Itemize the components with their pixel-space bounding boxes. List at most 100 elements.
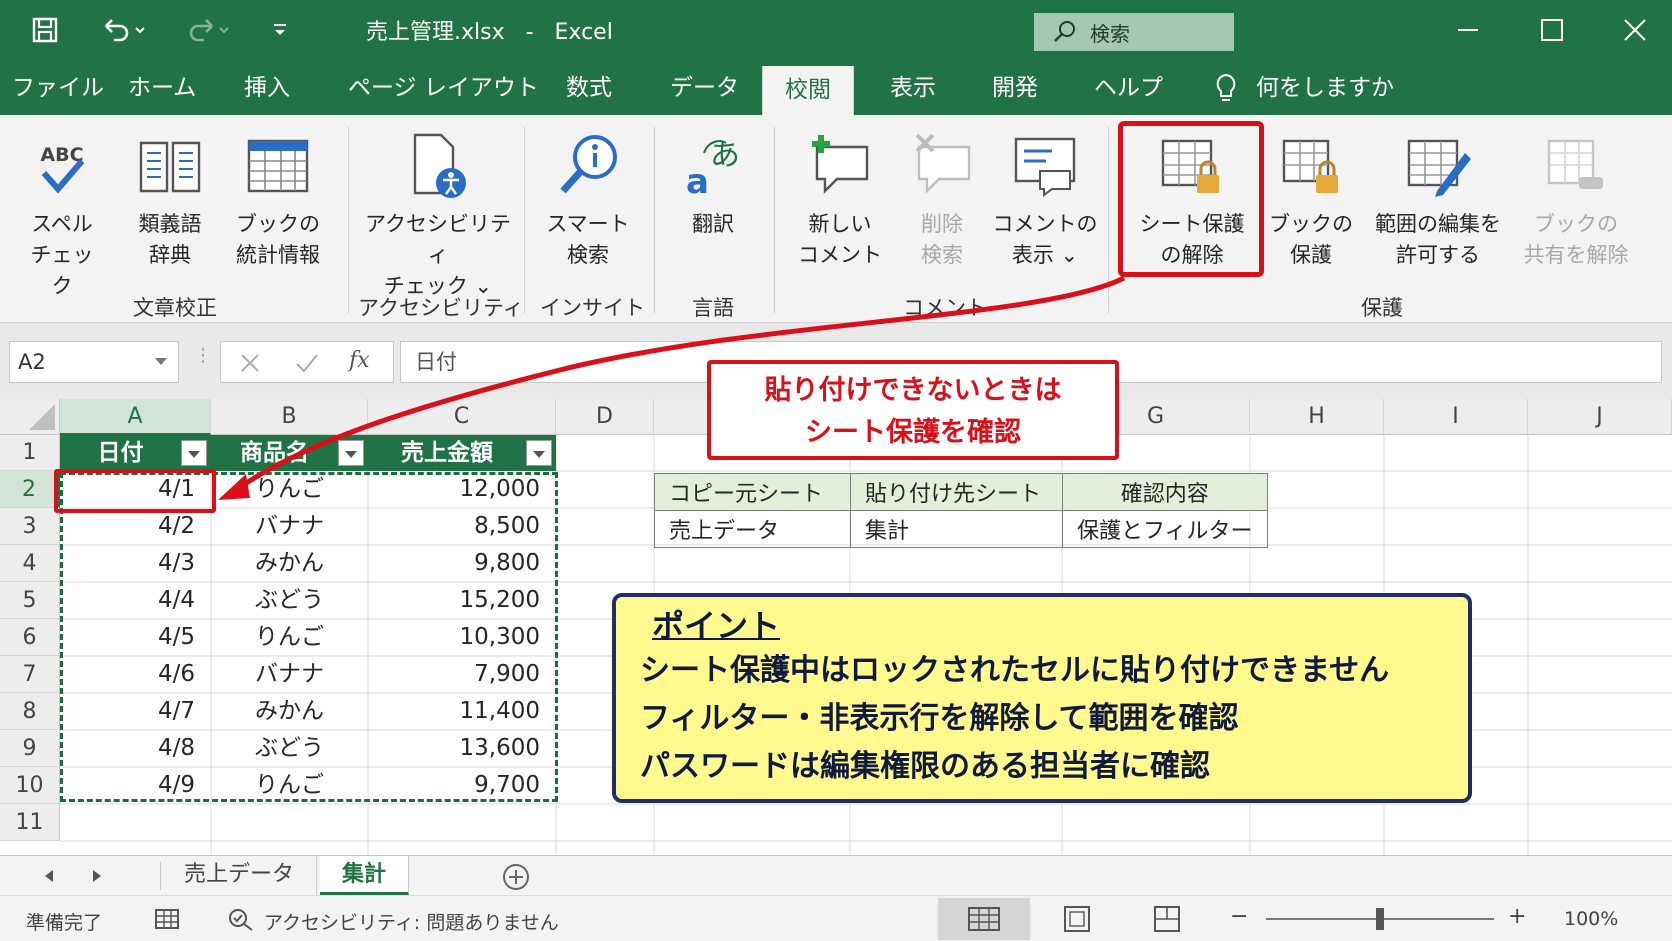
zoom-level[interactable]: 100% bbox=[1564, 908, 1618, 930]
thesaurus-button[interactable]: 類義語 辞典 bbox=[122, 123, 218, 271]
cell-sales[interactable]: 7,900 bbox=[368, 656, 556, 693]
macro-record-icon[interactable] bbox=[154, 906, 184, 932]
column-header[interactable]: J bbox=[1528, 399, 1672, 435]
tab-formulas[interactable]: 数式 bbox=[566, 60, 612, 115]
cell-sales[interactable]: 12,000 bbox=[368, 471, 556, 508]
tab-data[interactable]: データ bbox=[670, 60, 739, 115]
accessibility-check-icon[interactable] bbox=[226, 906, 256, 932]
cell-sales[interactable]: 9,700 bbox=[368, 767, 556, 804]
cell-product[interactable]: バナナ bbox=[211, 508, 368, 545]
row-header[interactable]: 10 bbox=[0, 767, 60, 804]
zoom-out-button[interactable]: − bbox=[1230, 904, 1248, 929]
minimize-button[interactable] bbox=[1450, 12, 1486, 48]
delete-comment-button[interactable]: 削除 検索 bbox=[900, 123, 984, 271]
sheet-tab-summary[interactable]: 集計 bbox=[320, 856, 410, 896]
cell-product[interactable]: りんご bbox=[211, 767, 368, 804]
filter-dropdown-button[interactable] bbox=[181, 440, 207, 466]
tab-file[interactable]: ファイル bbox=[12, 60, 104, 115]
zoom-slider-thumb[interactable] bbox=[1376, 908, 1384, 930]
select-all-corner[interactable] bbox=[0, 399, 60, 435]
cell-sales[interactable]: 13,600 bbox=[368, 730, 556, 767]
row-header[interactable]: 7 bbox=[0, 656, 60, 693]
tell-me-box[interactable]: 何をしますか bbox=[1214, 60, 1394, 115]
cancel-entry-icon[interactable] bbox=[239, 352, 261, 374]
column-header[interactable]: A bbox=[60, 399, 211, 435]
tab-review[interactable]: 校閲 bbox=[762, 66, 854, 115]
column-header[interactable]: D bbox=[556, 399, 654, 435]
check-accessibility-button[interactable]: アクセシビリティ チェック ⌄ bbox=[358, 123, 518, 302]
cell-product[interactable]: りんご bbox=[211, 471, 368, 508]
spelling-button[interactable]: ABC スペル チェック bbox=[22, 123, 102, 302]
insert-function-icon[interactable]: fx bbox=[349, 348, 370, 373]
row-header[interactable]: 3 bbox=[0, 508, 60, 545]
row-header[interactable]: 1 bbox=[0, 435, 60, 471]
row-header[interactable]: 6 bbox=[0, 619, 60, 656]
row-header[interactable]: 11 bbox=[0, 804, 60, 841]
scroll-right-icon[interactable] bbox=[90, 868, 104, 884]
customize-qat-icon[interactable] bbox=[268, 14, 292, 46]
cell-date[interactable]: 4/7 bbox=[60, 693, 211, 730]
row-header[interactable]: 5 bbox=[0, 582, 60, 619]
cell-date[interactable]: 4/8 bbox=[60, 730, 211, 767]
cell-date[interactable]: 4/3 bbox=[60, 545, 211, 582]
column-header[interactable]: H bbox=[1250, 399, 1384, 435]
tab-help[interactable]: ヘルプ bbox=[1094, 60, 1163, 115]
cell-date[interactable]: 4/4 bbox=[60, 582, 211, 619]
new-comment-button[interactable]: 新しい コメント bbox=[790, 123, 890, 271]
redo-icon[interactable] bbox=[180, 14, 236, 46]
cell-product[interactable]: みかん bbox=[211, 545, 368, 582]
row-header[interactable]: 2 bbox=[0, 471, 60, 508]
smart-lookup-button[interactable]: スマート 検索 bbox=[540, 123, 636, 271]
cell-product[interactable]: みかん bbox=[211, 693, 368, 730]
row-header[interactable]: 4 bbox=[0, 545, 60, 582]
sheet-tab-sales-data[interactable]: 売上データ bbox=[162, 856, 318, 896]
cell-sales[interactable]: 9,800 bbox=[368, 545, 556, 582]
cell-product[interactable]: ぶどう bbox=[211, 582, 368, 619]
undo-icon[interactable] bbox=[96, 14, 152, 46]
column-header[interactable]: I bbox=[1384, 399, 1528, 435]
cell-product[interactable]: りんご bbox=[211, 619, 368, 656]
show-comments-button[interactable]: コメントの 表示 ⌄ bbox=[990, 123, 1100, 271]
unshare-workbook-button[interactable]: ブックの 共有を解除 bbox=[1516, 123, 1636, 271]
cell-date[interactable]: 4/2 bbox=[60, 508, 211, 545]
column-header[interactable]: C bbox=[368, 399, 556, 435]
table-header-date: 日付 bbox=[60, 435, 211, 471]
workbook-statistics-button[interactable]: ブックの 統計情報 bbox=[228, 123, 328, 271]
row-header[interactable]: 9 bbox=[0, 730, 60, 767]
name-box[interactable]: A2 bbox=[9, 341, 179, 383]
row-header[interactable]: 8 bbox=[0, 693, 60, 730]
allow-edit-ranges-button[interactable]: 範囲の編集を 許可する bbox=[1366, 123, 1510, 271]
tab-view[interactable]: 表示 bbox=[890, 60, 936, 115]
add-sheet-icon[interactable] bbox=[502, 863, 530, 891]
cell-sales[interactable]: 11,400 bbox=[368, 693, 556, 730]
cell-sales[interactable]: 8,500 bbox=[368, 508, 556, 545]
protect-workbook-button[interactable]: ブックの 保護 bbox=[1268, 123, 1354, 271]
tab-developer[interactable]: 開発 bbox=[992, 60, 1038, 115]
save-icon[interactable] bbox=[28, 14, 62, 46]
search-box[interactable]: 検索 bbox=[1034, 13, 1234, 51]
page-break-view-icon[interactable] bbox=[1152, 905, 1182, 933]
cell-sales[interactable]: 10,300 bbox=[368, 619, 556, 656]
cell-date[interactable]: 4/9 bbox=[60, 767, 211, 804]
zoom-in-button[interactable]: + bbox=[1508, 904, 1526, 929]
translate-button[interactable]: aあ 翻訳 bbox=[668, 123, 758, 240]
tab-page-layout[interactable]: ページ レイアウト bbox=[348, 60, 539, 115]
filter-dropdown-button[interactable] bbox=[338, 440, 364, 466]
tab-home[interactable]: ホーム bbox=[128, 60, 196, 115]
cell-product[interactable]: ぶどう bbox=[211, 730, 368, 767]
maximize-button[interactable] bbox=[1534, 12, 1570, 48]
scroll-left-icon[interactable] bbox=[42, 868, 56, 884]
close-button[interactable] bbox=[1617, 12, 1653, 48]
view-normal-button[interactable] bbox=[938, 898, 1030, 940]
column-header[interactable]: B bbox=[211, 399, 368, 435]
zoom-slider[interactable] bbox=[1266, 908, 1494, 930]
cell-date[interactable]: 4/5 bbox=[60, 619, 211, 656]
confirm-entry-icon[interactable] bbox=[295, 352, 319, 374]
cell-product[interactable]: バナナ bbox=[211, 656, 368, 693]
cell-sales[interactable]: 15,200 bbox=[368, 582, 556, 619]
cell-date[interactable]: 4/6 bbox=[60, 656, 211, 693]
status-accessibility[interactable]: アクセシビリティ: 問題ありません bbox=[264, 908, 559, 935]
tab-insert[interactable]: 挿入 bbox=[244, 60, 290, 115]
filter-dropdown-button[interactable] bbox=[526, 440, 552, 466]
page-layout-view-icon[interactable] bbox=[1062, 905, 1092, 933]
